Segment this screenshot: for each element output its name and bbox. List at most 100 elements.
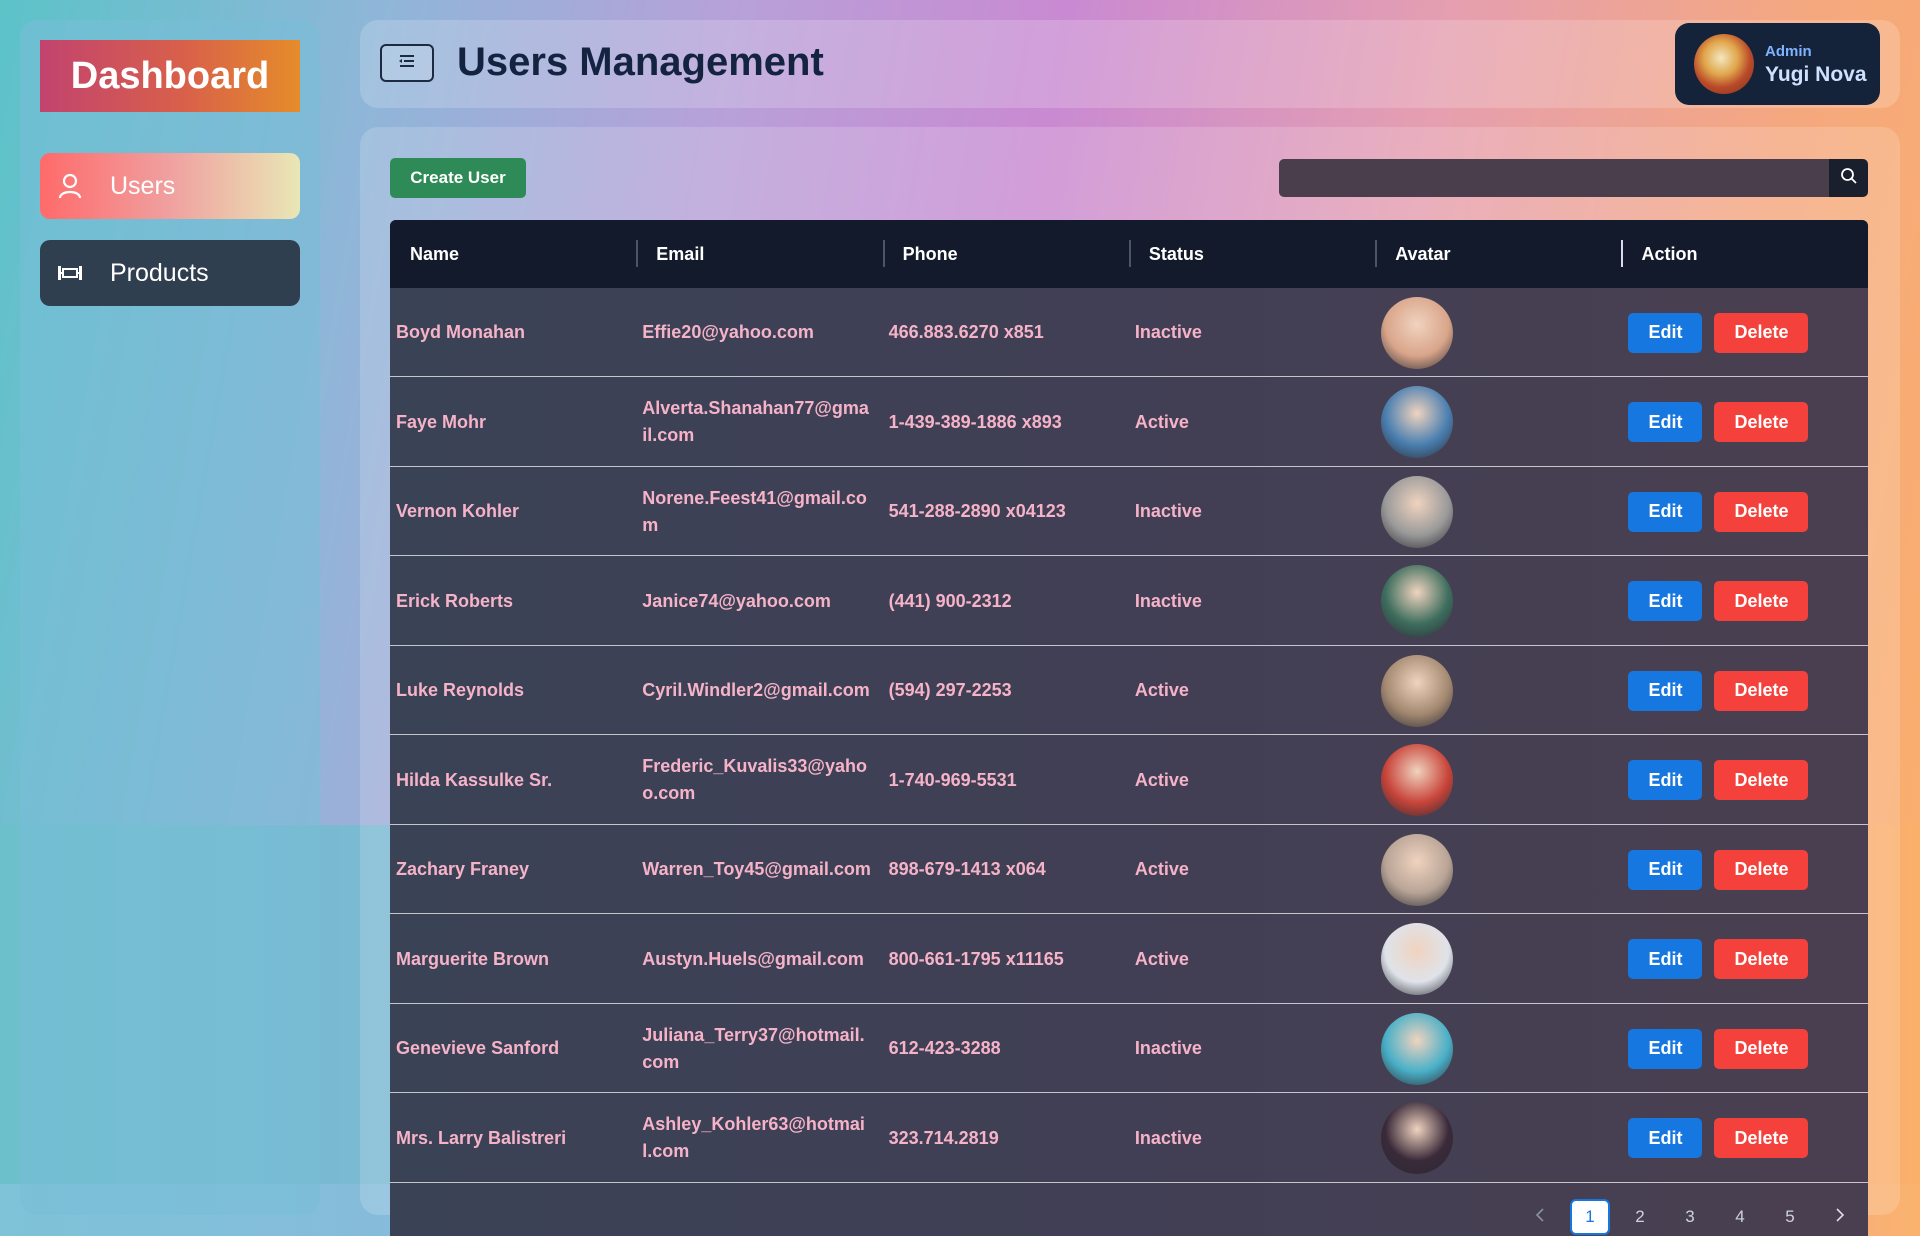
delete-button[interactable]: Delete: [1714, 581, 1809, 621]
table-row: Hilda Kassulke Sr. Frederic_Kuvalis33@yah…: [390, 736, 1868, 825]
avatar: [1381, 744, 1454, 816]
cell-action: Edit Delete: [1621, 915, 1867, 1004]
delete-button[interactable]: Delete: [1714, 1028, 1809, 1069]
pagination: 1 2 3 4 5: [1520, 1198, 1870, 1236]
avatar: [1381, 296, 1454, 369]
sidebar-item-users[interactable]: Users: [40, 153, 300, 219]
delete-button[interactable]: Delete: [1714, 849, 1809, 890]
cell-email: Norene.Feest41@gmail.com: [642, 487, 867, 535]
table-row: Zachary Franey Warren_Toy45@gmail.com 898-…: [390, 825, 1868, 914]
delete-button[interactable]: Delete: [1714, 670, 1809, 711]
pagination-next[interactable]: [1820, 1199, 1860, 1235]
cell-status: Active: [1134, 948, 1189, 969]
cell-avatar: [1375, 915, 1621, 1004]
avatar: [1381, 833, 1454, 906]
chevron-right-icon: [1835, 1207, 1845, 1227]
pagination-page[interactable]: 5: [1770, 1199, 1810, 1235]
cell-action: Edit Delete: [1621, 467, 1867, 556]
edit-button[interactable]: Edit: [1628, 760, 1703, 800]
avatar: [1381, 1012, 1454, 1085]
product-icon: [56, 259, 84, 287]
delete-button[interactable]: Delete: [1714, 760, 1809, 800]
delete-button[interactable]: Delete: [1714, 939, 1809, 979]
cell-action: Edit Delete: [1621, 288, 1867, 377]
cell-phone: 1-740-969-5531: [888, 769, 1017, 790]
menu-toggle-button[interactable]: [380, 44, 434, 82]
delete-button[interactable]: Delete: [1714, 312, 1809, 353]
edit-button[interactable]: Edit: [1628, 670, 1703, 711]
pagination-prev[interactable]: [1520, 1199, 1560, 1235]
cell-email: Effie20@yahoo.com: [642, 322, 814, 342]
brand-logo: Dashboard: [40, 40, 300, 112]
cell-email: Warren_Toy45@gmail.com: [642, 859, 871, 879]
column-header-status: Status: [1128, 220, 1375, 288]
avatar: [1381, 386, 1454, 458]
column-header-email: Email: [636, 220, 882, 288]
sidebar-item-products[interactable]: Products: [40, 240, 300, 306]
avatar: [1381, 923, 1454, 995]
cell-phone: 466.883.6270 x851: [888, 322, 1044, 342]
cell-phone: 1-439-389-1886 x893: [888, 411, 1062, 432]
create-user-button[interactable]: Create User: [390, 158, 526, 198]
table-row: Erick Roberts Janice74@yahoo.com (441) 900…: [390, 557, 1868, 646]
cell-phone: 612-423-3288: [888, 1038, 1001, 1058]
cell-avatar: [1375, 646, 1621, 735]
cell-status: Inactive: [1134, 1127, 1202, 1148]
cell-status: Inactive: [1134, 1038, 1202, 1058]
pagination-page[interactable]: 2: [1620, 1199, 1660, 1235]
delete-button[interactable]: Delete: [1714, 491, 1809, 532]
table-row: Marguerite Brown Austyn.Huels@gmail.com 80…: [390, 915, 1868, 1004]
cell-avatar: [1375, 467, 1621, 556]
edit-button[interactable]: Edit: [1628, 581, 1703, 621]
pagination-page[interactable]: 3: [1670, 1199, 1710, 1235]
column-header-action: Action: [1621, 220, 1867, 288]
cell-name: Faye Mohr: [396, 411, 487, 432]
column-header-phone: Phone: [882, 220, 1129, 288]
cell-phone: 800-661-1795 x11165: [888, 948, 1064, 969]
cell-avatar: [1375, 288, 1621, 377]
sidebar-item-label: Users: [110, 171, 176, 200]
cell-name: Mrs. Larry Balistreri: [396, 1127, 567, 1148]
pagination-page[interactable]: 4: [1720, 1199, 1760, 1235]
cell-status: Active: [1134, 411, 1189, 432]
cell-status: Active: [1134, 680, 1189, 700]
edit-button[interactable]: Edit: [1628, 1028, 1703, 1069]
edit-button[interactable]: Edit: [1628, 1118, 1703, 1158]
pagination-page[interactable]: 1: [1570, 1199, 1610, 1235]
table-header: Name Email Phone Status Avatar Action: [390, 220, 1868, 288]
edit-button[interactable]: Edit: [1628, 849, 1703, 890]
cell-avatar: [1375, 736, 1621, 825]
profile-card[interactable]: Admin Yugi Nova: [1675, 23, 1880, 105]
column-header-name: Name: [410, 243, 460, 264]
cell-avatar: [1375, 378, 1621, 467]
edit-button[interactable]: Edit: [1628, 402, 1703, 442]
search-button[interactable]: [1829, 159, 1868, 197]
avatar: [1381, 475, 1454, 548]
search-input[interactable]: [1279, 159, 1829, 197]
cell-action: Edit Delete: [1621, 1004, 1867, 1093]
cell-status: Inactive: [1134, 590, 1202, 611]
cell-phone: (594) 297-2253: [888, 680, 1012, 700]
cell-email: Janice74@yahoo.com: [642, 590, 831, 611]
avatar: [1381, 1102, 1454, 1174]
cell-phone: 898-679-1413 x064: [888, 859, 1046, 879]
cell-phone: (441) 900-2312: [888, 590, 1012, 611]
cell-phone: 323.714.2819: [888, 1127, 999, 1148]
edit-button[interactable]: Edit: [1628, 491, 1703, 532]
edit-button[interactable]: Edit: [1628, 312, 1703, 353]
users-table: Name Email Phone Status Avatar Action Bo…: [390, 220, 1868, 1236]
edit-button[interactable]: Edit: [1628, 939, 1703, 979]
delete-button[interactable]: Delete: [1714, 1118, 1809, 1158]
cell-action: Edit Delete: [1621, 736, 1867, 825]
avatar: [1381, 565, 1454, 637]
search-icon: [1840, 167, 1858, 190]
avatar: [1694, 34, 1754, 94]
cell-name: Vernon Kohler: [396, 501, 520, 521]
cell-email: Ashley_Kohler63@hotmail.com: [642, 1114, 865, 1161]
cell-action: Edit Delete: [1621, 557, 1867, 646]
delete-button[interactable]: Delete: [1714, 402, 1809, 442]
cell-avatar: [1375, 557, 1621, 646]
cell-email: Alverta.Shanahan77@gmail.com: [642, 398, 869, 445]
avatar: [1381, 654, 1454, 727]
cell-phone: 541-288-2890 x04123: [888, 501, 1066, 521]
